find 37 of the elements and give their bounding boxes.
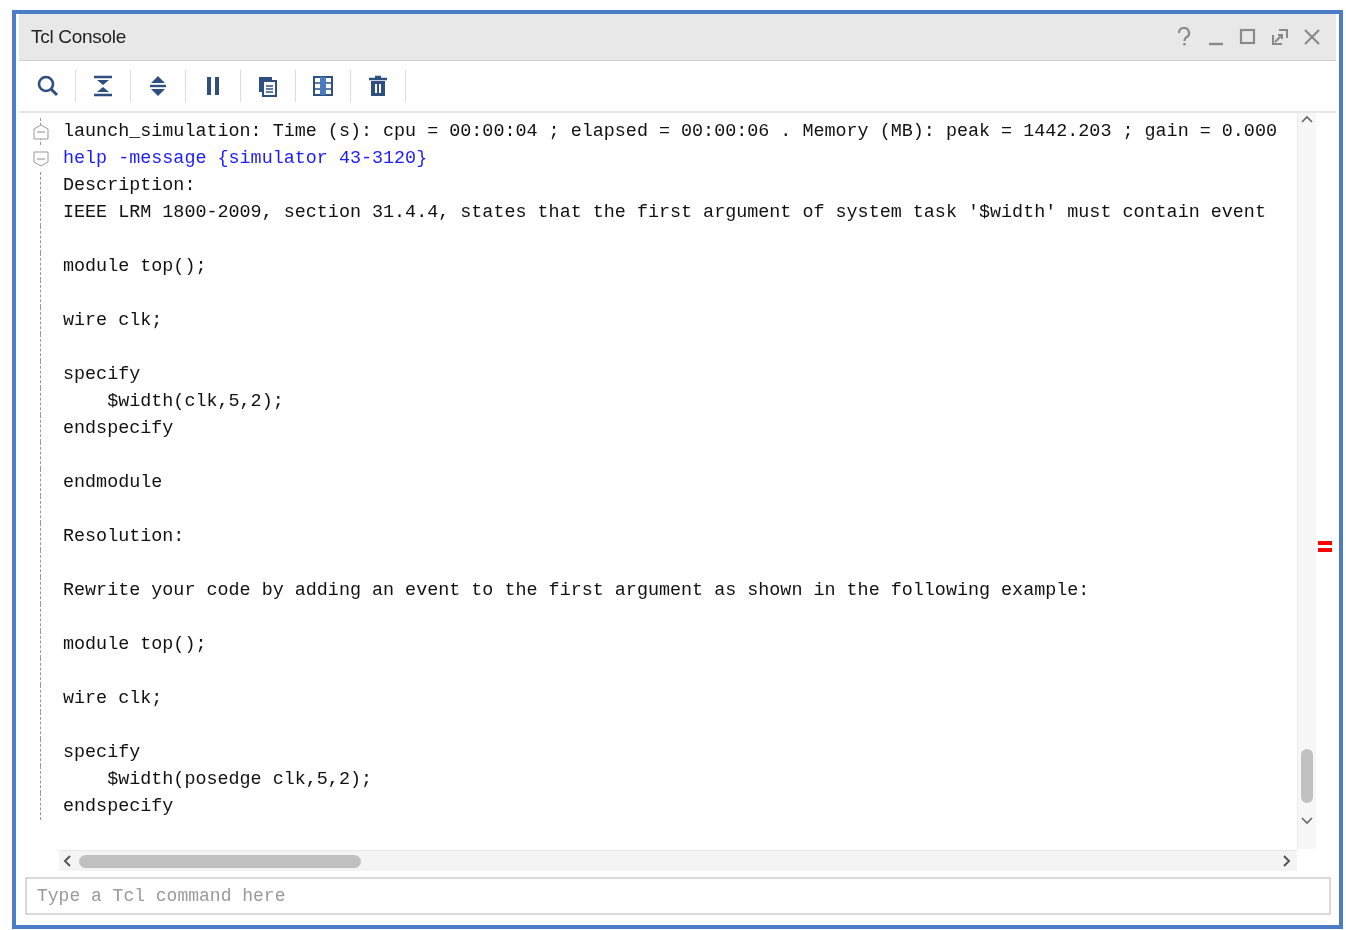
scrollbar-thumb[interactable] [79, 854, 361, 868]
output-line: launch_simulation: Time (s): cpu = 00:00:04 ; elapsed = 00:00:06 . Memory (MB): peak = 1442.203 ; gain = 0.000 [63, 121, 1277, 142]
close-icon[interactable] [1302, 27, 1322, 47]
collapse-all-icon[interactable] [92, 75, 114, 97]
output-line: wire clk; [63, 688, 163, 709]
output-line: module top(); [63, 634, 207, 655]
output-line: $width(posedge clk,5,2); [106, 769, 372, 790]
scroll-right-icon[interactable] [1281, 855, 1291, 867]
scroll-left-icon[interactable] [63, 855, 73, 867]
output-line: endspecify [63, 796, 174, 817]
command-input[interactable]: Type a Tcl command here [25, 877, 1331, 915]
output-line: specify [63, 364, 141, 385]
search-icon[interactable] [37, 75, 59, 97]
float-icon[interactable] [1270, 27, 1290, 47]
error-marker-icon[interactable] [1318, 541, 1332, 553]
expand-all-icon[interactable] [147, 75, 169, 97]
columns-icon[interactable] [312, 75, 334, 97]
window-title: Tcl Console [31, 26, 127, 48]
output-line: specify [63, 742, 141, 763]
output-line: IEEE LRM 1800-2009, section 31.4.4, states that the first argument of system task '$width' must contain event [63, 202, 1266, 223]
command-line: help -message {simulator 43-3120} [63, 148, 428, 169]
trash-icon[interactable] [367, 75, 389, 97]
output-line: wire clk; [63, 310, 163, 331]
output-line: $width(clk,5,2); [106, 391, 284, 412]
output-line: Resolution: [63, 526, 185, 547]
output-line: endmodule [63, 472, 163, 493]
fold-toggle-icon[interactable] [33, 151, 49, 167]
output-line: endspecify [63, 418, 174, 439]
scrollbar-thumb[interactable] [1301, 749, 1313, 803]
output-line: Description: [63, 175, 196, 196]
copy-icon[interactable] [257, 75, 279, 97]
output-line: module top(); [63, 256, 207, 277]
scroll-up-icon[interactable] [1301, 115, 1313, 125]
output-line: Rewrite your code by adding an event to the first argument as shown in the following example: [63, 580, 1090, 601]
collapsed-fold-icon[interactable] [33, 124, 49, 140]
maximize-icon[interactable] [1238, 27, 1258, 47]
scroll-down-icon[interactable] [1301, 815, 1313, 825]
